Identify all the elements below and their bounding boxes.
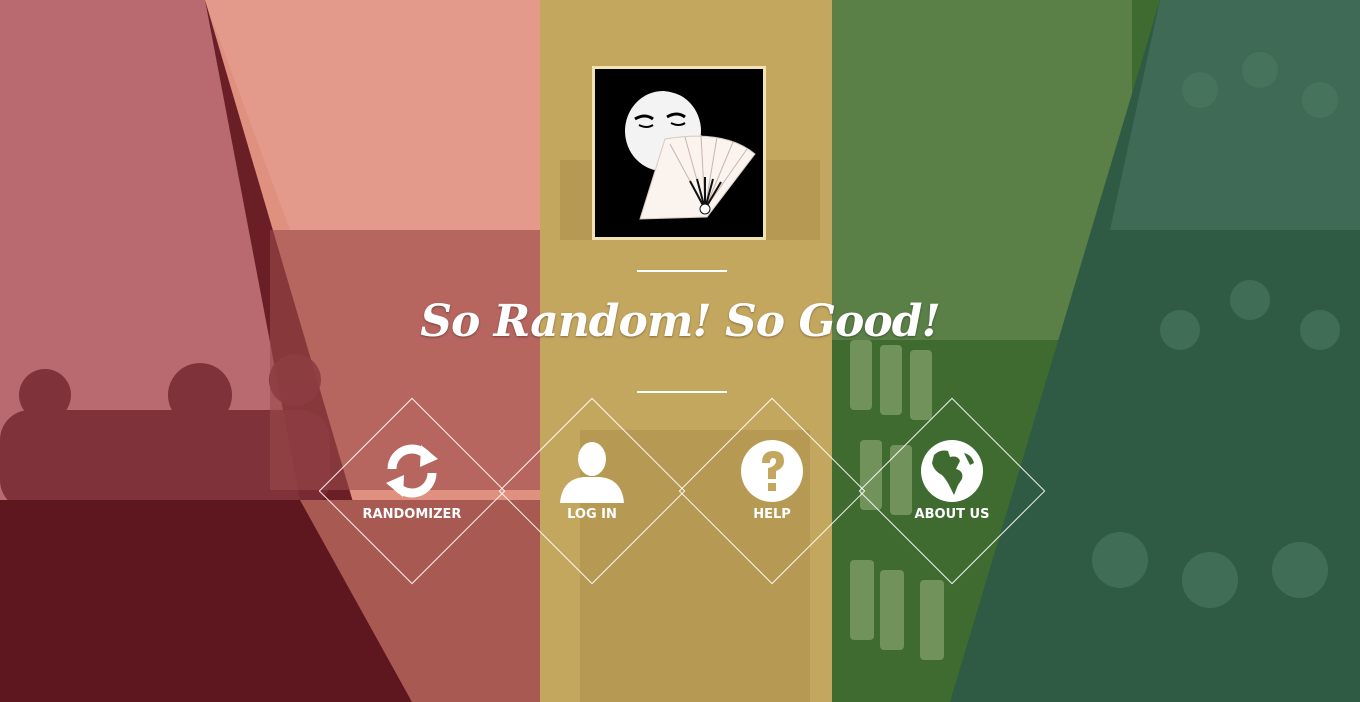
login-label: LOG IN — [567, 507, 617, 522]
randomizer-button[interactable]: RANDOMIZER — [317, 396, 507, 586]
question-circle-icon — [741, 440, 803, 502]
tagline: So Random! So Good! — [420, 296, 941, 347]
globe-icon — [921, 440, 983, 502]
about-us-button[interactable]: ABOUT US — [857, 396, 1047, 586]
help-button[interactable]: HELP — [677, 396, 867, 586]
randomizer-label: RANDOMIZER — [362, 507, 462, 522]
face-with-fan-illustration — [595, 69, 763, 237]
bottom-divider — [637, 391, 727, 393]
help-label: HELP — [753, 507, 791, 522]
refresh-icon — [386, 444, 438, 498]
user-icon — [560, 442, 624, 503]
top-divider — [637, 270, 727, 272]
about-us-label: ABOUT US — [914, 507, 990, 522]
login-button[interactable]: LOG IN — [497, 396, 687, 586]
site-logo[interactable] — [592, 66, 766, 240]
